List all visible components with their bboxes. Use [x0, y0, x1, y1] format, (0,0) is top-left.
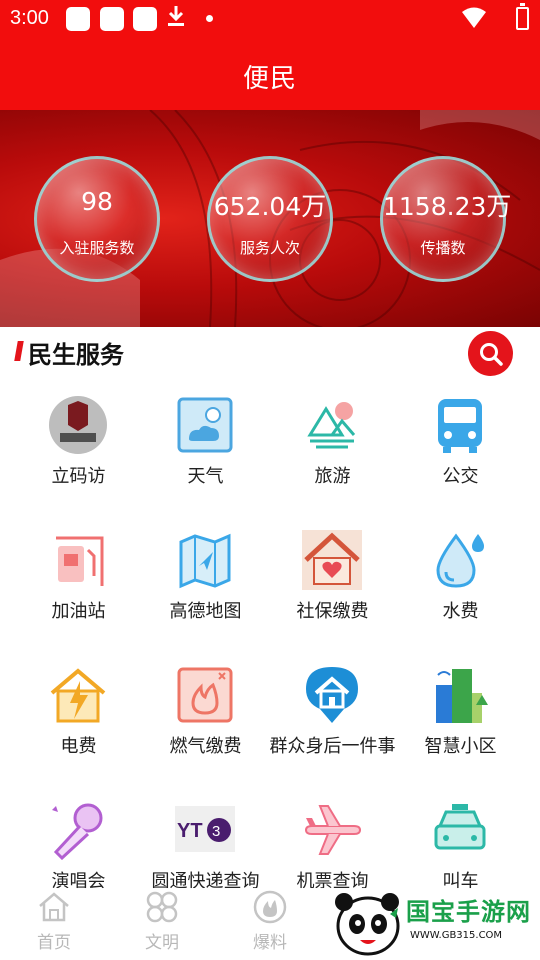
nav-label: 爆料: [253, 933, 287, 953]
service-after-death-affairs[interactable]: 群众身后一件事: [265, 665, 400, 775]
nav-label: 首页: [37, 933, 71, 953]
stat-label: 传播数: [420, 239, 466, 257]
service-label: 社保缴费: [296, 601, 369, 622]
watermark-logo: 国宝手游网 WWW.GB315.COM: [330, 886, 540, 960]
svg-text:YT: YT: [177, 820, 203, 842]
service-gas-bill[interactable]: 燃气缴费: [138, 665, 273, 775]
service-label: 智慧小区: [424, 736, 497, 757]
service-water-bill[interactable]: 水费: [393, 530, 528, 640]
section-title: 民生服务: [28, 341, 124, 369]
stat-bubble-spread: 1158.23万 传播数: [380, 156, 512, 282]
stat-value: 652.04万: [213, 192, 327, 221]
service-label: 公交: [442, 466, 479, 487]
house-pin-icon: [306, 667, 358, 723]
service-bus[interactable]: 公交: [393, 395, 528, 505]
section-accent-bar: [14, 341, 24, 361]
stat-label: 服务人次: [239, 239, 300, 257]
watermark-url: WWW.GB315.COM: [410, 930, 503, 941]
service-electricity-bill[interactable]: 电费: [11, 665, 146, 775]
electricity-icon: [50, 668, 106, 723]
service-label: 加油站: [51, 601, 106, 622]
watermark-text: 国宝手游网: [406, 898, 531, 926]
nav-item-home[interactable]: 首页: [9, 888, 99, 960]
service-map[interactable]: 高德地图: [138, 530, 273, 640]
status-time: 3:00: [10, 7, 49, 29]
airplane-icon: [304, 805, 362, 855]
travel-icon: [307, 402, 356, 449]
yto-logo-icon: YT 3: [175, 806, 235, 852]
water-drop-icon: [436, 533, 484, 588]
microphone-icon: [52, 803, 103, 860]
panda-mascot-icon: [335, 893, 400, 956]
nav-label: 文明: [145, 933, 179, 953]
social-security-icon: [302, 530, 362, 590]
notification-icon: [133, 7, 157, 31]
map-icon: [179, 533, 231, 589]
stat-label: 入驻服务数: [59, 239, 135, 257]
search-button[interactable]: [468, 331, 513, 376]
nav-item-report[interactable]: 爆料: [225, 888, 315, 960]
flower-icon: [146, 891, 178, 923]
smart-community-icon: [436, 669, 488, 723]
home-icon: [39, 892, 69, 922]
service-lima-fang[interactable]: 立码访: [11, 395, 146, 505]
taxi-icon: [434, 804, 486, 850]
service-label: 立码访: [51, 466, 106, 487]
search-icon: [480, 343, 503, 366]
service-travel[interactable]: 旅游: [265, 395, 400, 505]
wifi-icon: [462, 7, 486, 33]
service-label: 燃气缴费: [169, 736, 242, 757]
service-weather[interactable]: 天气: [138, 395, 273, 505]
service-social-security[interactable]: 社保缴费: [265, 530, 400, 640]
service-label: 高德地图: [169, 601, 242, 622]
weather-icon: [177, 397, 233, 453]
notification-icon: [100, 7, 124, 31]
nav-item-civilization[interactable]: 文明: [117, 888, 207, 960]
service-gas-station[interactable]: 加油站: [11, 530, 146, 640]
gas-station-icon: [56, 536, 104, 586]
battery-icon: [516, 3, 529, 30]
more-notifications-icon: [206, 15, 213, 22]
notification-icon: [66, 7, 90, 31]
stat-value: 98: [81, 187, 113, 216]
stat-bubble-services: 98 入驻服务数: [34, 156, 160, 282]
lima-fang-logo-icon: [49, 396, 107, 454]
bus-icon: [438, 399, 482, 453]
svg-text:3: 3: [212, 823, 220, 840]
service-label: 天气: [187, 466, 224, 487]
service-smart-community[interactable]: 智慧小区: [393, 665, 528, 775]
gas-flame-icon: [177, 667, 233, 723]
stats-banner: 98 入驻服务数 652.04万 服务人次 1158.23万 传播数: [0, 110, 540, 327]
stat-bubble-visits: 652.04万 服务人次: [207, 156, 333, 282]
stat-value: 1158.23万: [383, 192, 512, 221]
service-label: 水费: [442, 601, 479, 622]
fire-icon: [253, 890, 287, 924]
service-label: 群众身后一件事: [269, 736, 396, 757]
status-bar: 3:00: [0, 0, 540, 38]
service-label: 旅游: [314, 466, 351, 487]
page-title: 便民: [242, 64, 297, 94]
app-header: 便民: [0, 38, 540, 110]
download-icon: [166, 4, 186, 35]
service-label: 电费: [60, 736, 97, 757]
